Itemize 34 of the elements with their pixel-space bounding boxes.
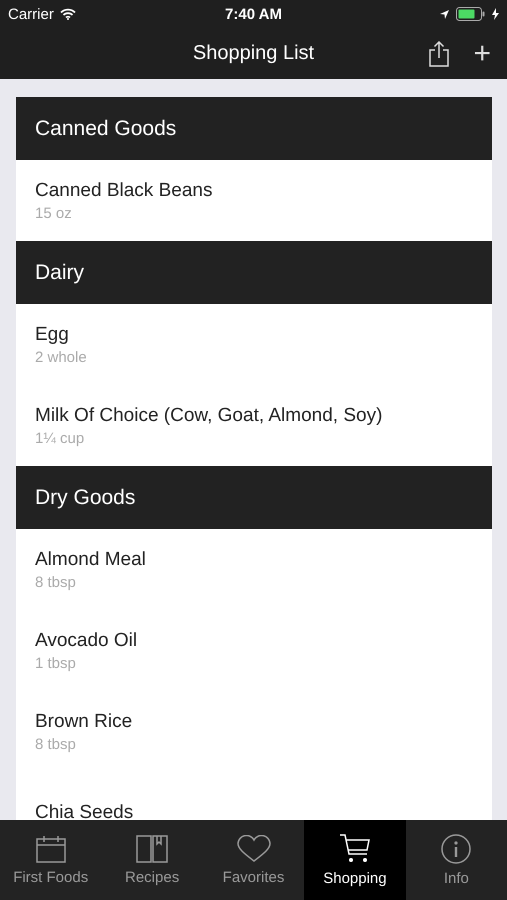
cart-icon: [338, 834, 371, 864]
item-name: Milk Of Choice (Cow, Goat, Almond, Soy): [35, 404, 384, 426]
item-quantity: 8 tbsp: [35, 574, 77, 590]
wifi-icon: [60, 8, 76, 20]
item-quantity: 8 tbsp: [35, 736, 77, 752]
tab-button[interactable]: First Foods: [0, 820, 102, 900]
item-quantity: 15 oz: [35, 204, 73, 222]
section-header: Canned Goods: [16, 97, 492, 160]
calendar-icon: [36, 834, 66, 862]
add-button[interactable]: +: [469, 38, 495, 68]
heart-icon: [236, 834, 271, 862]
info-icon: [441, 834, 472, 864]
carrier-label: Carrier: [8, 6, 54, 22]
item-name: Egg: [35, 324, 70, 346]
tab-button[interactable]: Favorites: [202, 820, 304, 900]
tab-button[interactable]: Shopping: [304, 820, 406, 900]
tab-button[interactable]: Recipes: [101, 820, 203, 900]
item-name: Avocado Oil: [35, 630, 138, 652]
item-name: Brown Rice: [35, 710, 134, 732]
item-quantity: 2 whole: [35, 348, 88, 366]
section-header: Dry Goods: [16, 466, 492, 529]
screen-title: Shopping List: [192, 42, 314, 65]
location-icon: [439, 8, 450, 20]
clock-time: 7:40 AM: [225, 6, 282, 22]
item-quantity: 1¼ cup: [35, 430, 86, 446]
item-name: Canned Black Beans: [35, 180, 214, 202]
battery-icon: [456, 7, 486, 21]
item-name: Almond Meal: [35, 548, 147, 570]
book-icon: [136, 834, 168, 862]
item-quantity: 1 tbsp: [35, 654, 77, 672]
charging-icon: [492, 8, 499, 20]
section-header: Dairy: [16, 241, 492, 304]
tab-button[interactable]: Info: [406, 820, 507, 900]
item-name: Chia Seeds: [35, 802, 134, 820]
